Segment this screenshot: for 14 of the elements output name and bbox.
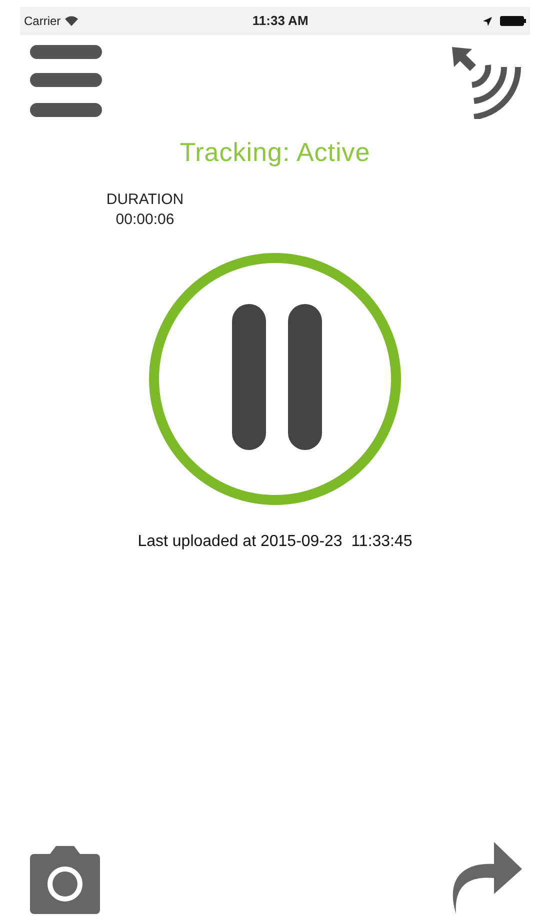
pause-button[interactable] (148, 252, 402, 506)
battery-icon (500, 16, 526, 26)
duration-label: DURATION (105, 190, 185, 210)
status-time: 11:33 AM (252, 12, 308, 30)
last-uploaded-text: Last uploaded at 2015-09-23 11:33:45 (136, 532, 414, 552)
share-arrow-icon[interactable] (450, 842, 522, 914)
tracking-status: Tracking: Active (178, 136, 372, 169)
carrier-label: Carrier (24, 13, 61, 30)
camera-icon[interactable] (30, 844, 100, 914)
signal-waves-icon[interactable] (450, 45, 522, 119)
menu-icon[interactable] (30, 45, 102, 119)
duration-value: 00:00:06 (114, 210, 176, 230)
wifi-icon (64, 16, 78, 26)
location-arrow-icon (483, 16, 492, 26)
